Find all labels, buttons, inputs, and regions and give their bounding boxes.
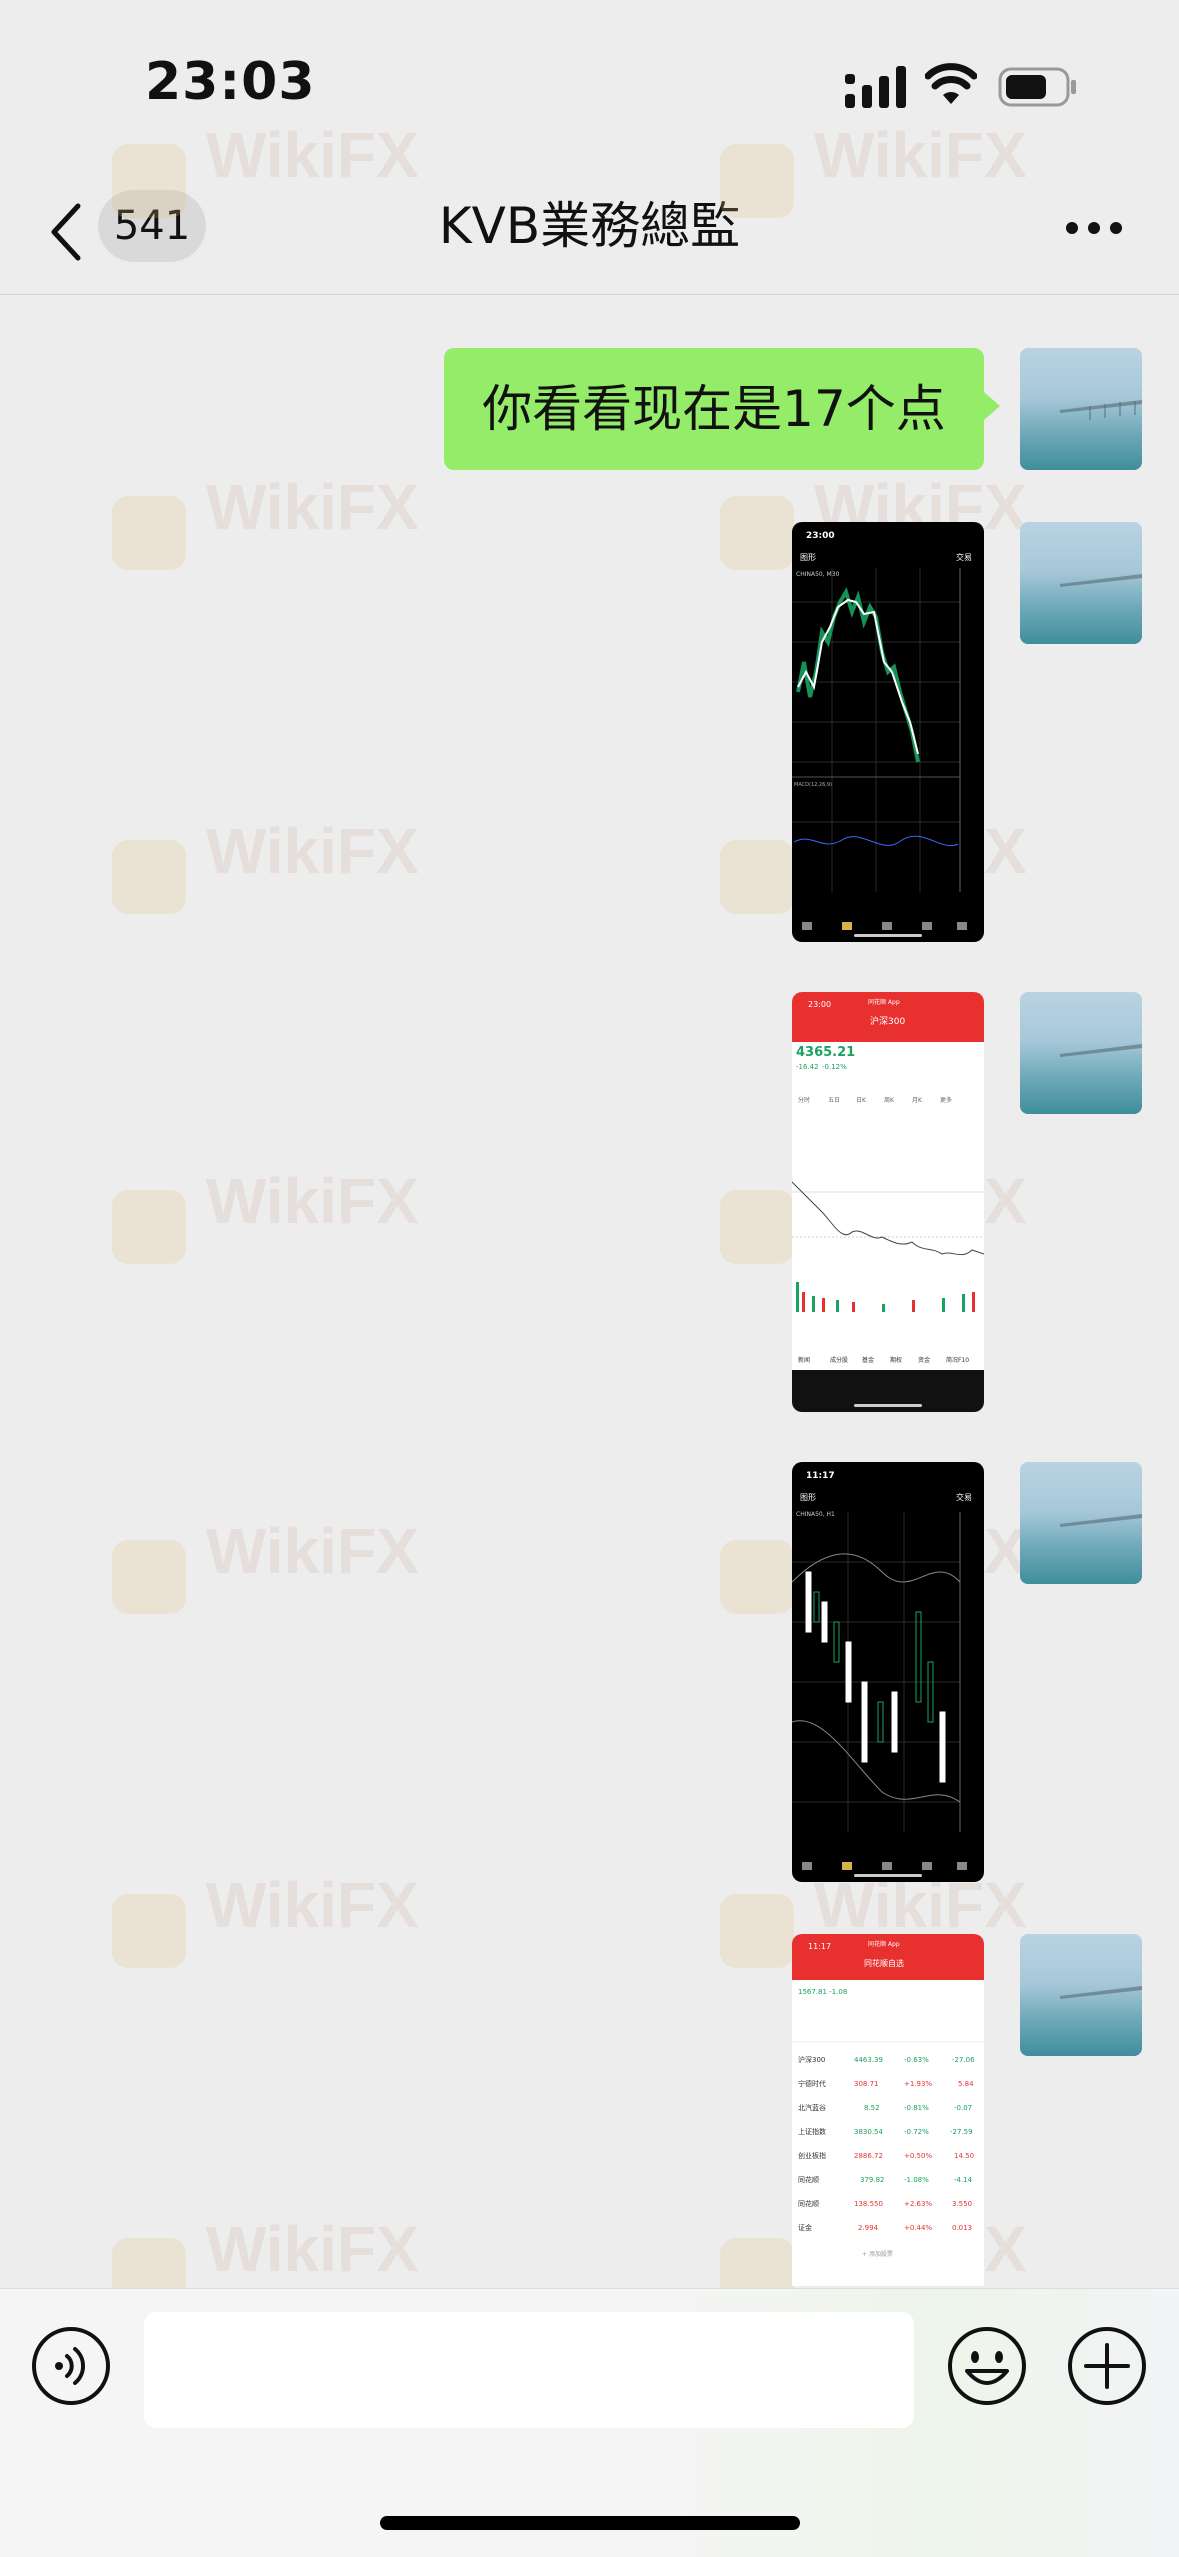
svg-text:基金: 基金 <box>862 1356 874 1364</box>
svg-text:+2.63%: +2.63% <box>904 2200 932 2208</box>
svg-text:宁德时代: 宁德时代 <box>798 2079 826 2088</box>
svg-text:同花顺: 同花顺 <box>798 2175 819 2184</box>
more-dots-icon[interactable] <box>1064 220 1124 236</box>
avatar[interactable] <box>1020 1462 1142 1584</box>
avatar[interactable] <box>1020 1934 1142 2056</box>
screenshot-title: 同花顺自选 <box>864 1958 904 1968</box>
chat-title: KVB業務總監 <box>438 197 741 255</box>
watchlist-row: 上证指数 3830.54 -0.72% -27.59 <box>798 2127 973 2136</box>
voice-icon[interactable] <box>30 2325 112 2407</box>
screenshot-change-pct: -0.12% <box>822 1063 847 1071</box>
screenshot-index: 沪深300 <box>870 1015 905 1027</box>
screenshot-right-label: 交易 <box>956 1492 972 1502</box>
screenshot-left-label: 图形 <box>800 553 816 562</box>
svg-text:+1.93%: +1.93% <box>904 2080 932 2088</box>
svg-text:-0.72%: -0.72% <box>904 2128 929 2136</box>
avatar[interactable] <box>1020 348 1142 470</box>
avatar[interactable] <box>1020 992 1142 1114</box>
svg-text:3.550: 3.550 <box>952 2200 972 2208</box>
svg-text:-0.81%: -0.81% <box>904 2104 929 2112</box>
watchlist-row: 同花顺 138.550 +2.63% 3.550 <box>798 2199 972 2208</box>
svg-text:379.82: 379.82 <box>860 2176 885 2184</box>
svg-text:上证指数: 上证指数 <box>798 2127 826 2136</box>
screenshot-time: 23:00 <box>808 1000 831 1009</box>
screenshot-left-label: 图形 <box>800 1493 816 1502</box>
screenshot-add-label: + 添加股票 <box>862 2250 893 2258</box>
screenshot-time: 11:17 <box>808 1942 831 1951</box>
message-input[interactable] <box>144 2312 914 2428</box>
svg-text:五日: 五日 <box>828 1097 840 1104</box>
screenshot-summary: 1567.81 -1.08 <box>798 1988 847 1996</box>
message-bubble-text[interactable]: 你看看现在是17个点 <box>444 348 984 470</box>
screenshot-symbol: CHINA50, M30 <box>796 571 840 578</box>
svg-text:-27.06: -27.06 <box>952 2056 975 2064</box>
svg-text:+0.50%: +0.50% <box>904 2152 932 2160</box>
svg-text:8.52: 8.52 <box>864 2104 880 2112</box>
svg-text:2.994: 2.994 <box>858 2224 879 2232</box>
svg-text:138.550: 138.550 <box>854 2200 883 2208</box>
svg-text:4463.39: 4463.39 <box>854 2056 883 2064</box>
image-message-chart-m30[interactable]: 23:00 图形 交易 CHINA50, M30 MACD(12,26,9) <box>792 522 984 942</box>
screenshot-app: 同花顺 App <box>868 998 900 1006</box>
watchlist-row: 宁德时代 308.71 +1.93% 5.84 <box>798 2079 974 2088</box>
screenshot-time: 11:17 <box>806 1471 835 1481</box>
svg-text:成分股: 成分股 <box>830 1356 848 1364</box>
status-bar: 23:03 <box>0 0 1179 170</box>
screenshot-time: 23:00 <box>806 531 835 541</box>
svg-text:资金: 资金 <box>918 1356 930 1364</box>
svg-text:0.013: 0.013 <box>952 2224 972 2232</box>
svg-text:周K: 周K <box>884 1097 895 1104</box>
signal-icon <box>845 66 906 108</box>
plus-circle-icon[interactable] <box>1066 2325 1148 2407</box>
svg-text:创业板指: 创业板指 <box>798 2151 826 2160</box>
bubble-tail <box>984 392 1000 420</box>
svg-text:+0.44%: +0.44% <box>904 2224 932 2232</box>
svg-text:新闻: 新闻 <box>798 1356 810 1364</box>
battery-icon <box>998 67 1076 107</box>
svg-text:月K: 月K <box>912 1097 923 1104</box>
image-message-watchlist[interactable]: 11:17 同花顺 App 同花顺自选 1567.81 -1.08 沪深300 4… <box>792 1934 984 2286</box>
svg-text:分时: 分时 <box>798 1096 810 1104</box>
svg-text:-4.14: -4.14 <box>954 2176 973 2184</box>
screenshot-app: 同花顺 App <box>868 1940 900 1948</box>
svg-text:证金: 证金 <box>798 2223 812 2232</box>
svg-text:3830.54: 3830.54 <box>854 2128 883 2136</box>
watchlist-row: 创业板指 2886.72 +0.50% 14.50 <box>798 2151 974 2160</box>
watchlist-row: 沪深300 4463.39 -0.63% -27.06 <box>798 2055 975 2064</box>
svg-text:沪深300: 沪深300 <box>798 2055 825 2064</box>
home-indicator <box>380 2516 800 2530</box>
watchlist-row: 同花顺 379.82 -1.08% -4.14 <box>798 2175 973 2184</box>
emoji-icon[interactable] <box>946 2325 1028 2407</box>
svg-text:-1.08%: -1.08% <box>904 2176 929 2184</box>
svg-text:-0.63%: -0.63% <box>904 2056 929 2064</box>
svg-text:期权: 期权 <box>890 1356 902 1364</box>
status-time: 23:03 <box>145 52 316 112</box>
screenshot-right-label: 交易 <box>956 552 972 562</box>
svg-text:简况F10: 简况F10 <box>946 1356 969 1364</box>
svg-text:同花顺: 同花顺 <box>798 2199 819 2208</box>
watchlist-row: 北汽蓝谷 8.52 -0.81% -0.07 <box>798 2103 972 2112</box>
image-message-chart-h1[interactable]: 11:17 图形 交易 CHINA50, H1 <box>792 1462 984 1882</box>
image-message-hs300[interactable]: 23:00 同花顺 App 沪深300 4365.21 -16.42 -0.12… <box>792 992 984 1412</box>
wifi-icon <box>925 63 977 104</box>
svg-text:北汽蓝谷: 北汽蓝谷 <box>798 2103 826 2112</box>
svg-text:5.84: 5.84 <box>958 2080 974 2088</box>
svg-text:2886.72: 2886.72 <box>854 2152 883 2160</box>
screenshot-indicator: MACD(12,26,9) <box>794 782 832 788</box>
avatar[interactable] <box>1020 522 1142 644</box>
svg-text:更多: 更多 <box>940 1096 952 1104</box>
screenshot-symbol: CHINA50, H1 <box>796 1511 835 1518</box>
screenshot-price: 4365.21 <box>796 1045 855 1060</box>
svg-text:-0.07: -0.07 <box>954 2104 972 2112</box>
watchlist-row: 证金 2.994 +0.44% 0.013 <box>798 2223 972 2232</box>
svg-text:308.71: 308.71 <box>854 2080 879 2088</box>
svg-text:14.50: 14.50 <box>954 2152 974 2160</box>
svg-text:日K: 日K <box>856 1097 867 1104</box>
svg-text:-27.59: -27.59 <box>950 2128 973 2136</box>
screenshot-change: -16.42 <box>796 1063 819 1071</box>
